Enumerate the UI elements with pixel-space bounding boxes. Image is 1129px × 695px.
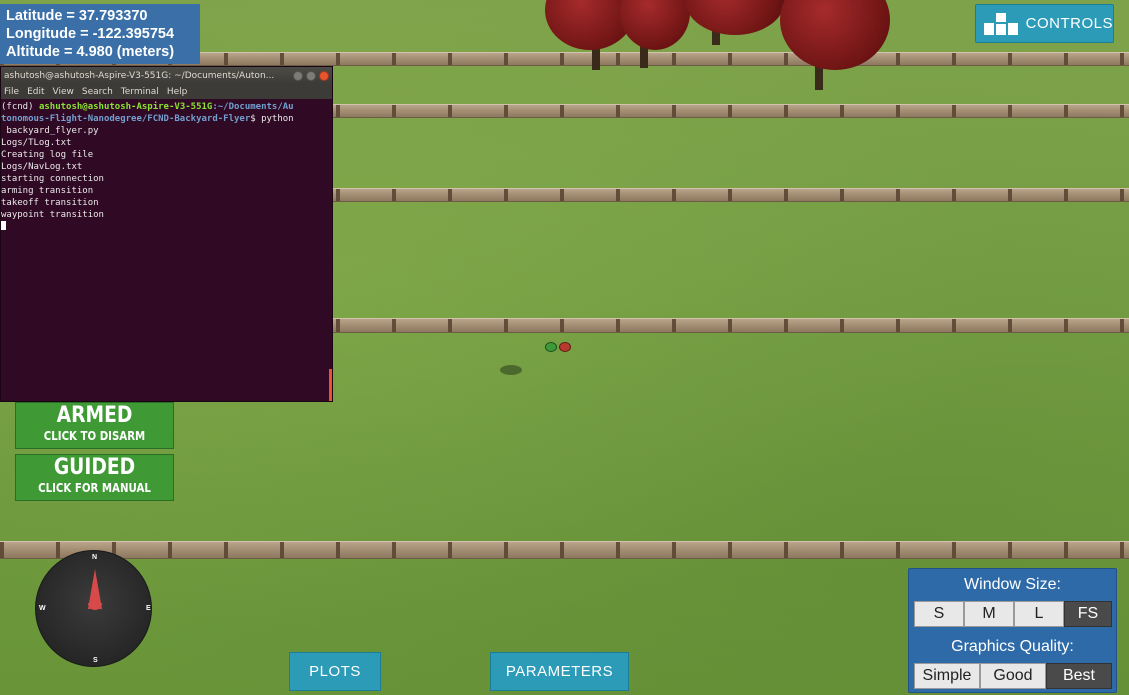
- terminal-line: Creating log file: [1, 150, 94, 160]
- graphics-quality-title: Graphics Quality:: [951, 638, 1074, 655]
- tree: [620, 0, 690, 50]
- terminal-line: backyard_flyer.py: [1, 126, 99, 136]
- menu-view[interactable]: View: [53, 87, 74, 97]
- guided-button[interactable]: GUIDED CLICK FOR MANUAL: [15, 454, 174, 501]
- drone-shadow: [500, 365, 522, 375]
- terminal-menubar: File Edit View Search Terminal Help: [1, 84, 332, 99]
- armed-button[interactable]: ARMED CLICK TO DISARM: [15, 402, 174, 449]
- terminal-line: waypoint transition: [1, 210, 104, 220]
- terminal-title: ashutosh@ashutosh-Aspire-V3-551G: ~/Docu…: [4, 70, 275, 81]
- controls-label: CONTROLS: [1025, 15, 1113, 32]
- guided-title: GUIDED: [53, 455, 136, 480]
- controls-button[interactable]: CONTROLS: [975, 4, 1114, 43]
- latitude-text: Latitude = 37.793370: [6, 8, 148, 24]
- prompt-path-cont: tonomous-Flight-Nanodegree/FCND-Backyard…: [1, 114, 251, 124]
- quality-best[interactable]: Best: [1046, 663, 1112, 689]
- menu-terminal[interactable]: Terminal: [121, 87, 159, 97]
- armed-title: ARMED: [56, 403, 133, 428]
- menu-file[interactable]: File: [4, 87, 19, 97]
- parameters-button[interactable]: PARAMETERS: [490, 652, 629, 691]
- grid-icon: [984, 12, 1018, 35]
- terminal-line: takeoff transition: [1, 198, 99, 208]
- gps-readout: Latitude = 37.793370 Longitude = -122.39…: [0, 4, 200, 64]
- prompt-user: ashutosh@ashutosh-Aspire-V3-551G: [38, 102, 213, 112]
- armed-subtitle: CLICK TO DISARM: [43, 429, 146, 443]
- close-button[interactable]: [319, 70, 329, 81]
- window-size-fs[interactable]: FS: [1064, 601, 1112, 627]
- window-size-s[interactable]: S: [914, 601, 964, 627]
- compass-east: E: [146, 605, 151, 612]
- window-size-m[interactable]: M: [964, 601, 1014, 627]
- fence: [0, 541, 1129, 559]
- terminal-titlebar[interactable]: ashutosh@ashutosh-Aspire-V3-551G: ~/Docu…: [1, 67, 332, 84]
- terminal-scrollbar[interactable]: [329, 369, 332, 401]
- compass-north: N: [92, 554, 98, 561]
- window-size-l[interactable]: L: [1014, 601, 1064, 627]
- terminal-line: Logs/NavLog.txt: [1, 162, 83, 172]
- compass-west: W: [39, 605, 46, 612]
- longitude-text: Longitude = -122.395754: [6, 26, 175, 42]
- terminal-line: starting connection: [1, 174, 104, 184]
- minimize-button[interactable]: [293, 70, 303, 81]
- terminal-line: arming transition: [1, 186, 94, 196]
- prompt-env: (fcnd): [1, 102, 39, 112]
- drone: [545, 342, 573, 352]
- compass: N E S W: [35, 550, 152, 667]
- menu-help[interactable]: Help: [167, 87, 188, 97]
- window-size-title: Window Size:: [964, 576, 1061, 593]
- terminal-line: Logs/TLog.txt: [1, 138, 72, 148]
- guided-subtitle: CLICK FOR MANUAL: [38, 481, 151, 495]
- plots-button[interactable]: PLOTS: [289, 652, 381, 691]
- terminal-window[interactable]: ashutosh@ashutosh-Aspire-V3-551G: ~/Docu…: [0, 66, 333, 402]
- prompt-command: $ python: [250, 114, 294, 124]
- graphics-quality-selector: Simple Good Best: [914, 663, 1112, 689]
- terminal-output[interactable]: (fcnd) ashutosh@ashutosh-Aspire-V3-551G:…: [1, 99, 332, 234]
- menu-edit[interactable]: Edit: [27, 87, 44, 97]
- terminal-cursor: [1, 221, 6, 230]
- quality-good[interactable]: Good: [980, 663, 1046, 689]
- maximize-button[interactable]: [306, 70, 316, 81]
- compass-south: S: [93, 657, 98, 664]
- menu-search[interactable]: Search: [82, 87, 113, 97]
- altitude-text: Altitude = 4.980 (meters): [6, 44, 175, 60]
- tree: [685, 0, 785, 35]
- quality-simple[interactable]: Simple: [914, 663, 980, 689]
- display-settings-panel: Window Size: S M L FS Graphics Quality: …: [908, 568, 1117, 693]
- prompt-path: :~/Documents/Au: [212, 102, 294, 112]
- window-size-selector: S M L FS: [914, 601, 1112, 627]
